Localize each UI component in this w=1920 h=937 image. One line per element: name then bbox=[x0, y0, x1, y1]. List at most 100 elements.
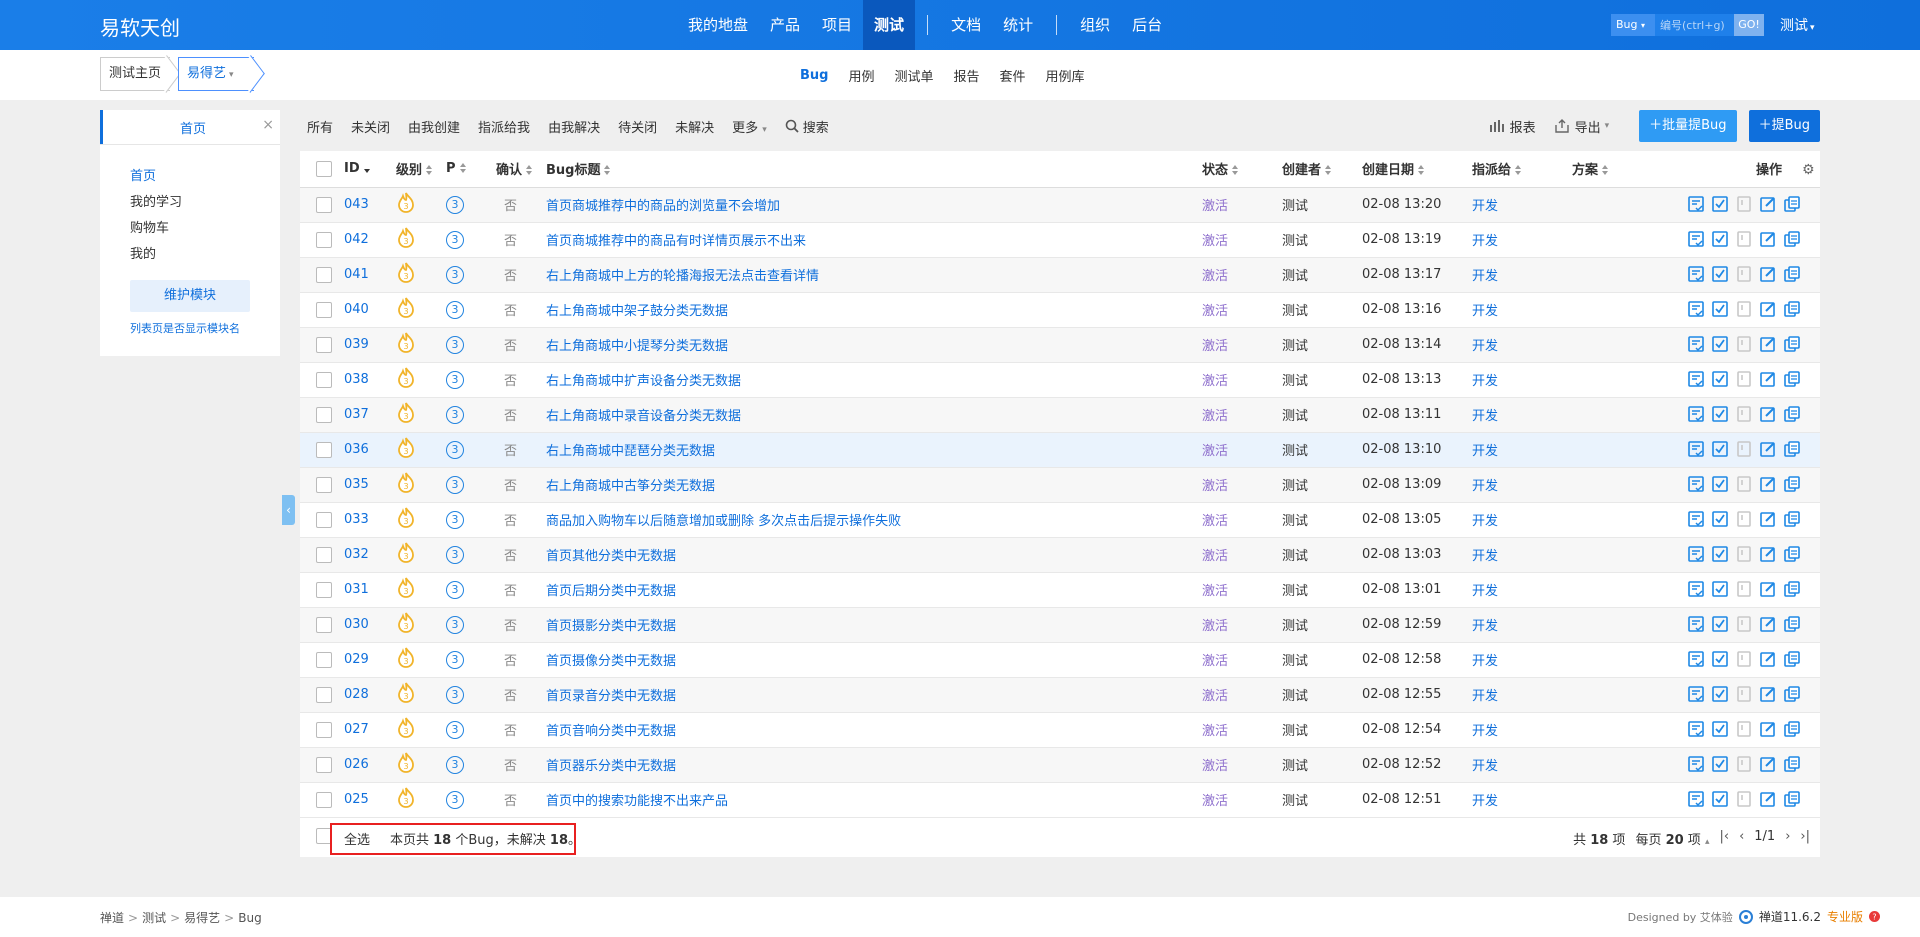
filter-all[interactable]: 所有 bbox=[300, 117, 342, 136]
resolve-bug-icon[interactable] bbox=[1712, 790, 1730, 809]
bug-assigned-to[interactable]: 开发 bbox=[1472, 619, 1498, 634]
nav-company[interactable]: 组织 bbox=[1069, 0, 1121, 50]
bug-title-link[interactable]: 首页录音分类中无数据 bbox=[546, 689, 676, 704]
tab-suite[interactable]: 套件 bbox=[990, 66, 1036, 85]
help-icon[interactable]: ? bbox=[1869, 911, 1880, 922]
copy-bug-icon[interactable] bbox=[1784, 300, 1802, 319]
row-checkbox[interactable] bbox=[316, 721, 332, 738]
confirm-bug-icon[interactable] bbox=[1688, 475, 1706, 494]
confirm-bug-icon[interactable] bbox=[1688, 580, 1706, 599]
maintain-module-button[interactable]: 维护模块 bbox=[130, 280, 250, 312]
bug-id-link[interactable]: 027 bbox=[344, 722, 369, 737]
row-checkbox[interactable] bbox=[316, 406, 332, 423]
per-page-select[interactable]: 每页 20 项 ▴ bbox=[1635, 829, 1709, 848]
edit-bug-icon[interactable] bbox=[1760, 301, 1778, 319]
table-row[interactable]: 042 3 3 否 首页商城推荐中的商品有时详情页展示不出来 激活 测试 02-08 13:1… bbox=[300, 222, 1820, 258]
column-header-confirm[interactable]: 确认 bbox=[496, 151, 546, 188]
resolve-bug-icon[interactable] bbox=[1712, 755, 1730, 774]
edit-bug-icon[interactable] bbox=[1760, 371, 1778, 389]
copy-bug-icon[interactable] bbox=[1784, 650, 1802, 669]
bug-id-link[interactable]: 037 bbox=[344, 407, 369, 422]
copy-bug-icon[interactable] bbox=[1784, 230, 1802, 249]
bug-assigned-to[interactable]: 开发 bbox=[1472, 724, 1498, 739]
confirm-bug-icon[interactable] bbox=[1688, 685, 1706, 704]
module-item-home[interactable]: 首页 bbox=[130, 164, 280, 190]
resolve-bug-icon[interactable] bbox=[1712, 650, 1730, 669]
table-row[interactable]: 029 3 3 否 首页摄像分类中无数据 激活 测试 02-08 12:58 开发 bbox=[300, 642, 1820, 678]
table-row[interactable]: 036 3 3 否 右上角商城中琵琶分类无数据 激活 测试 02-08 13:10 开发 bbox=[300, 432, 1820, 468]
bug-title-link[interactable]: 商品加入购物车以后随意增加或删除 多次点击后提示操作失败 bbox=[546, 514, 901, 529]
bug-title-link[interactable]: 右上角商城中录音设备分类无数据 bbox=[546, 409, 741, 424]
bug-id-link[interactable]: 041 bbox=[344, 267, 369, 282]
edit-bug-icon[interactable] bbox=[1760, 336, 1778, 354]
nav-product[interactable]: 产品 bbox=[759, 0, 811, 50]
search-go-button[interactable]: GO! bbox=[1734, 14, 1764, 36]
bug-id-link[interactable]: 032 bbox=[344, 547, 369, 562]
bug-assigned-to[interactable]: 开发 bbox=[1472, 374, 1498, 389]
edit-bug-icon[interactable] bbox=[1760, 791, 1778, 809]
search-input[interactable] bbox=[1655, 14, 1734, 36]
version-text[interactable]: 禅道11.6.2 bbox=[1759, 908, 1821, 925]
row-checkbox[interactable] bbox=[316, 581, 332, 598]
resolve-bug-icon[interactable] bbox=[1712, 510, 1730, 529]
bug-id-link[interactable]: 038 bbox=[344, 372, 369, 387]
bug-assigned-to[interactable]: 开发 bbox=[1472, 444, 1498, 459]
bug-id-link[interactable]: 025 bbox=[344, 792, 369, 807]
table-row[interactable]: 028 3 3 否 首页录音分类中无数据 激活 测试 02-08 12:55 开发 bbox=[300, 677, 1820, 713]
table-row[interactable]: 043 3 3 否 首页商城推荐中的商品的浏览量不会增加 激活 测试 02-08 13:20 开… bbox=[300, 187, 1820, 223]
edit-bug-icon[interactable] bbox=[1760, 476, 1778, 494]
confirm-bug-icon[interactable] bbox=[1688, 545, 1706, 564]
bug-title-link[interactable]: 首页商城推荐中的商品有时详情页展示不出来 bbox=[546, 234, 806, 249]
table-row[interactable]: 033 3 3 否 商品加入购物车以后随意增加或删除 多次点击后提示操作失败 激活 测试 02… bbox=[300, 502, 1820, 538]
bug-assigned-to[interactable]: 开发 bbox=[1472, 269, 1498, 284]
table-row[interactable]: 035 3 3 否 右上角商城中古筝分类无数据 激活 测试 02-08 13:09 开发 bbox=[300, 467, 1820, 503]
resolve-bug-icon[interactable] bbox=[1712, 335, 1730, 354]
column-header-resolution[interactable]: 方案 bbox=[1572, 151, 1662, 188]
row-checkbox[interactable] bbox=[316, 511, 332, 528]
search-type-select[interactable]: Bug ▾ bbox=[1611, 14, 1655, 36]
bug-assigned-to[interactable]: 开发 bbox=[1472, 584, 1498, 599]
nav-doc[interactable]: 文档 bbox=[940, 0, 992, 50]
copy-bug-icon[interactable] bbox=[1784, 370, 1802, 389]
confirm-bug-icon[interactable] bbox=[1688, 720, 1706, 739]
copy-bug-icon[interactable] bbox=[1784, 440, 1802, 459]
bug-title-link[interactable]: 右上角商城中小提琴分类无数据 bbox=[546, 339, 728, 354]
edit-bug-icon[interactable] bbox=[1760, 511, 1778, 529]
table-row[interactable]: 032 3 3 否 首页其他分类中无数据 激活 测试 02-08 13:03 开发 bbox=[300, 537, 1820, 573]
next-page-icon[interactable]: › bbox=[1785, 829, 1790, 848]
bug-title-link[interactable]: 右上角商城中古筝分类无数据 bbox=[546, 479, 715, 494]
edit-bug-icon[interactable] bbox=[1760, 756, 1778, 774]
create-bug-button[interactable]: ＋提Bug bbox=[1748, 110, 1820, 142]
bug-id-link[interactable]: 031 bbox=[344, 582, 369, 597]
bug-assigned-to[interactable]: 开发 bbox=[1472, 654, 1498, 669]
table-row[interactable]: 039 3 3 否 右上角商城中小提琴分类无数据 激活 测试 02-08 13:14 开发 bbox=[300, 327, 1820, 363]
edit-bug-icon[interactable] bbox=[1760, 406, 1778, 424]
confirm-bug-icon[interactable] bbox=[1688, 510, 1706, 529]
nav-my-dashboard[interactable]: 我的地盘 bbox=[677, 0, 759, 50]
copy-bug-icon[interactable] bbox=[1784, 685, 1802, 704]
table-row[interactable]: 027 3 3 否 首页音响分类中无数据 激活 测试 02-08 12:54 开发 bbox=[300, 712, 1820, 748]
module-item-mine[interactable]: 我的 bbox=[130, 242, 280, 268]
bottom-crumb-product[interactable]: 易得艺 bbox=[184, 911, 220, 925]
column-header-status[interactable]: 状态 bbox=[1202, 151, 1282, 188]
export-dropdown[interactable]: 导出 ▾ bbox=[1554, 117, 1609, 136]
column-header-assigned[interactable]: 指派给 bbox=[1472, 151, 1572, 188]
bug-assigned-to[interactable]: 开发 bbox=[1472, 549, 1498, 564]
sidebar-collapse-handle[interactable]: ‹ bbox=[282, 495, 295, 525]
bug-assigned-to[interactable]: 开发 bbox=[1472, 409, 1498, 424]
edit-bug-icon[interactable] bbox=[1760, 581, 1778, 599]
resolve-bug-icon[interactable] bbox=[1712, 615, 1730, 634]
row-checkbox[interactable] bbox=[316, 196, 332, 213]
filter-to-close[interactable]: 待关闭 bbox=[609, 117, 666, 136]
bug-title-link[interactable]: 右上角商城中琵琶分类无数据 bbox=[546, 444, 715, 459]
column-header-date[interactable]: 创建日期 bbox=[1362, 151, 1472, 188]
nav-admin[interactable]: 后台 bbox=[1121, 0, 1173, 50]
last-page-icon[interactable]: ›| bbox=[1800, 829, 1810, 848]
bug-id-link[interactable]: 026 bbox=[344, 757, 369, 772]
row-checkbox[interactable] bbox=[316, 301, 332, 318]
breadcrumb-test-home[interactable]: 测试主页 bbox=[100, 57, 170, 91]
bug-title-link[interactable]: 首页摄影分类中无数据 bbox=[546, 619, 676, 634]
edit-bug-icon[interactable] bbox=[1760, 231, 1778, 249]
table-row[interactable]: 041 3 3 否 右上角商城中上方的轮播海报无法点击查看详情 激活 测试 02-08 13:… bbox=[300, 257, 1820, 293]
bug-id-link[interactable]: 030 bbox=[344, 617, 369, 632]
